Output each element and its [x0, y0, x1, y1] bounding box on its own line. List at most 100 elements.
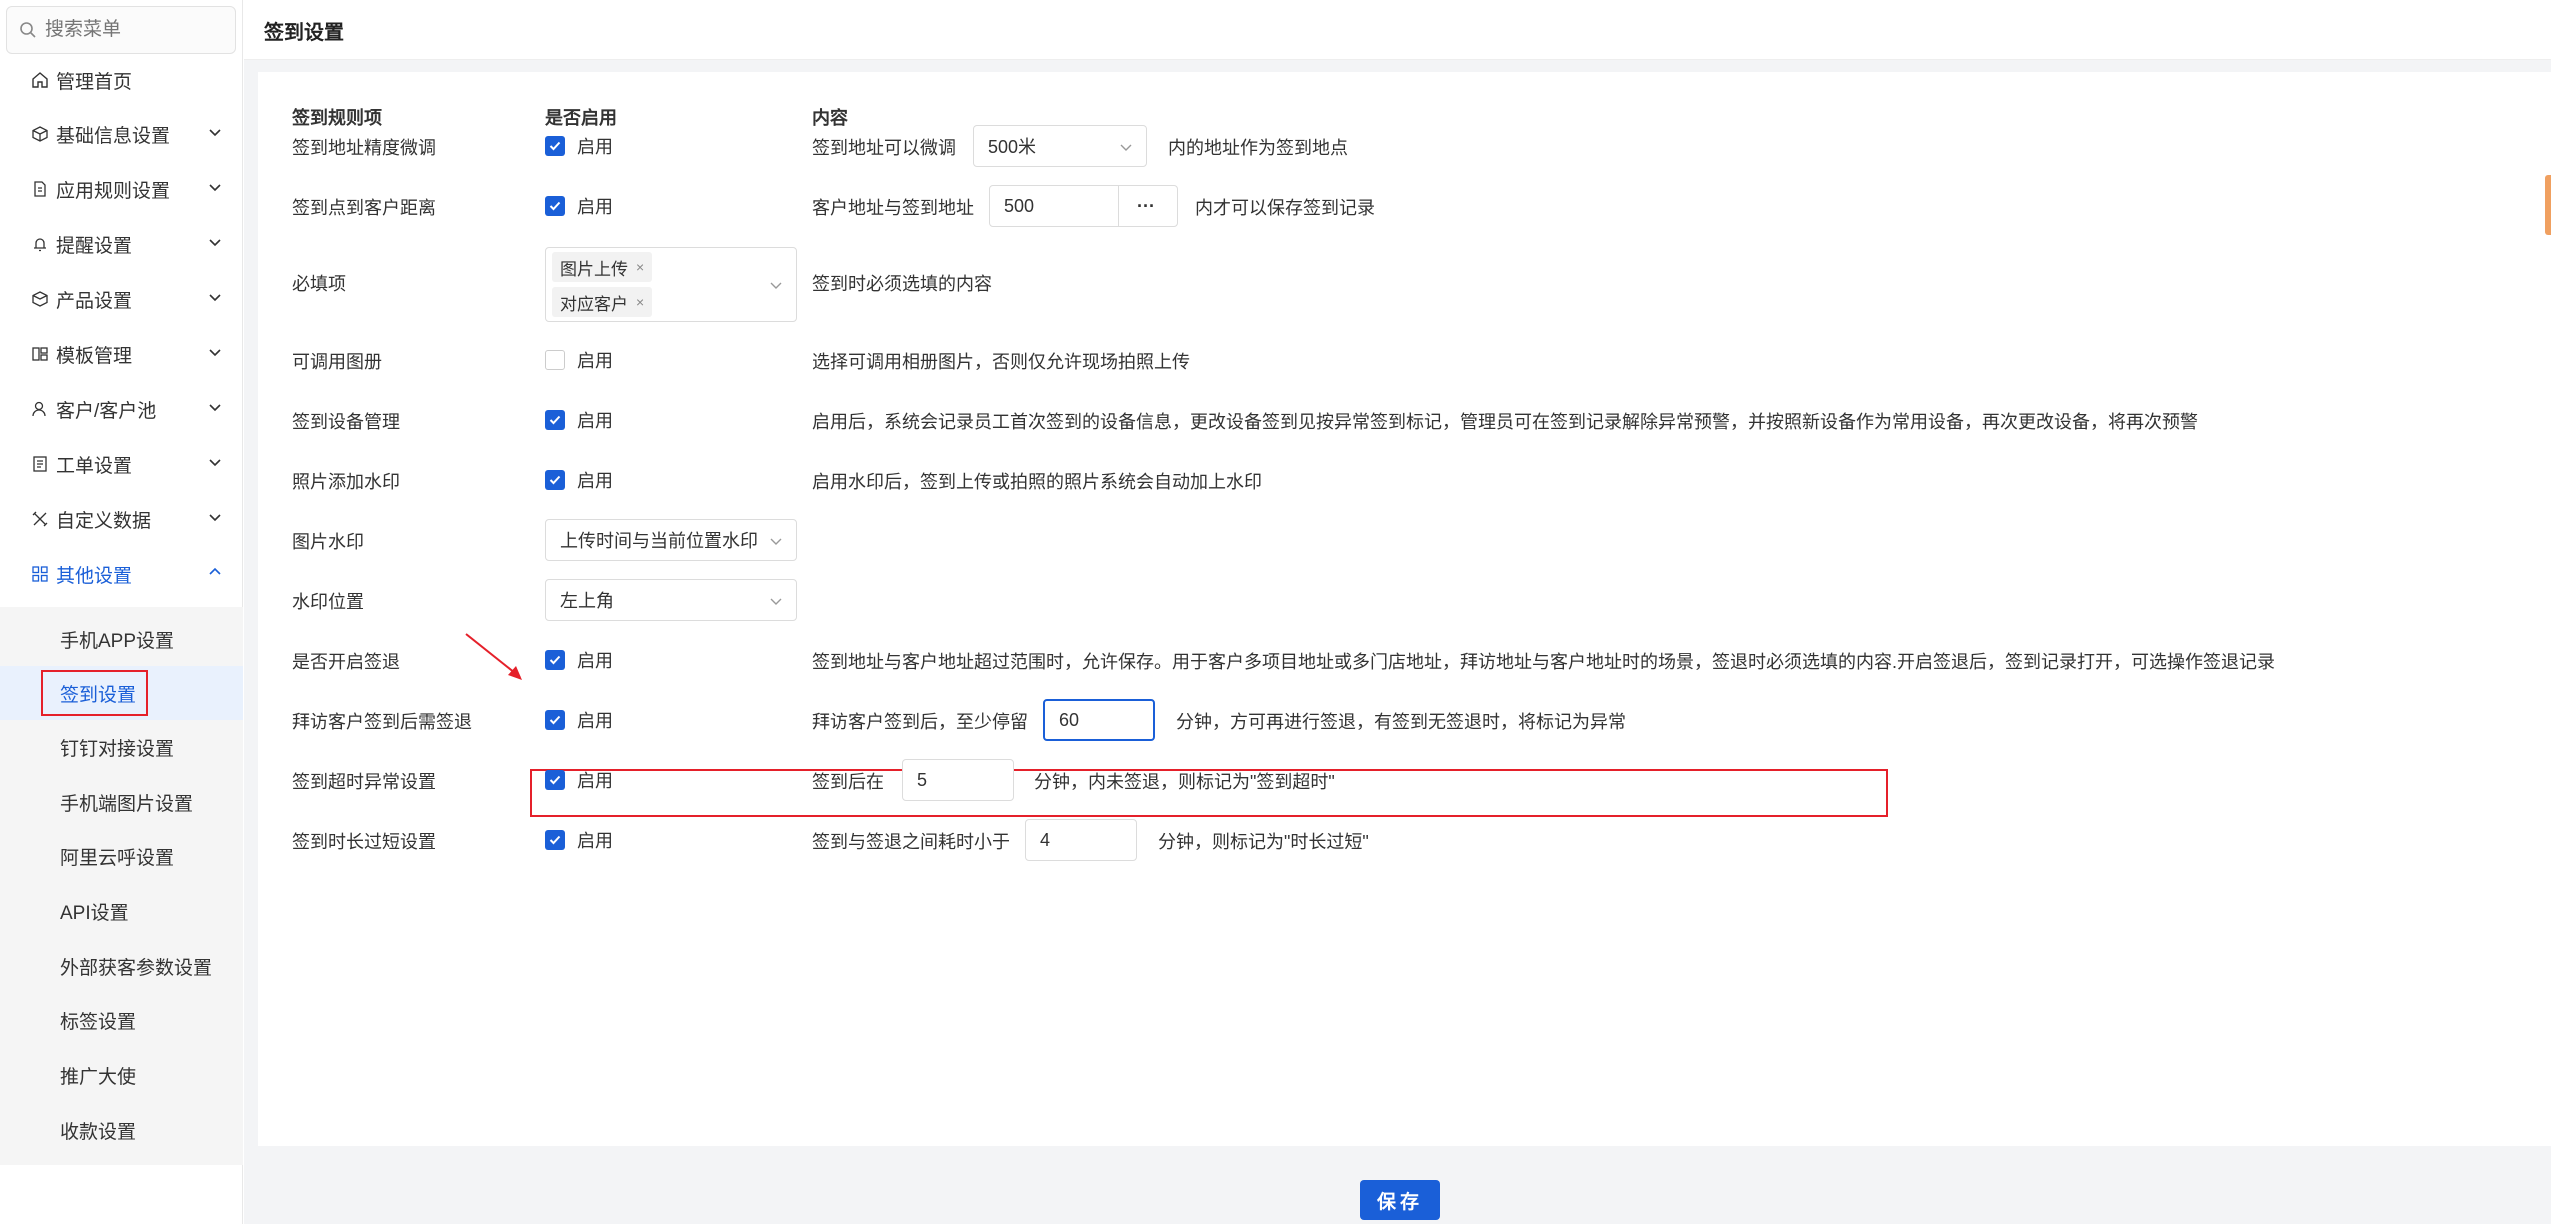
sidebar-item-label: 管理首页 — [56, 71, 133, 93]
row-label: 照片添加水印 — [292, 472, 400, 492]
checkbox-label: 启用 — [577, 711, 613, 731]
submenu-item-payment[interactable]: 收款设置 — [0, 1103, 243, 1157]
submenu-item-app[interactable]: 手机APP设置 — [0, 612, 243, 666]
visit-stay-minutes-input[interactable] — [1043, 699, 1155, 741]
sidebar-item-custom-data[interactable]: 自定义数据 — [0, 495, 243, 543]
page-header: 签到设置 — [244, 0, 2551, 60]
checkbox-checked-icon — [545, 770, 565, 790]
checkbox-checked-icon — [545, 710, 565, 730]
grid-icon — [30, 564, 50, 584]
distance-more-button[interactable]: ··· — [1118, 185, 1178, 227]
submenu-item-label: 标签设置 — [60, 1011, 137, 1033]
distance-input[interactable] — [989, 185, 1119, 227]
enable-checkbox[interactable]: 启用 — [545, 827, 613, 853]
sidebar-item-home[interactable]: 管理首页 — [0, 56, 243, 104]
search-input[interactable] — [45, 19, 235, 41]
more-icon: ··· — [1137, 195, 1155, 216]
enable-checkbox[interactable]: 启用 — [545, 347, 613, 373]
side-tab-handle[interactable] — [2545, 175, 2551, 235]
column-header-rule: 签到规则项 — [292, 108, 382, 128]
submenu-item-tags[interactable]: 标签设置 — [0, 993, 243, 1047]
submenu-item-checkin[interactable]: 签到设置 — [0, 666, 243, 720]
row-label: 图片水印 — [292, 532, 364, 552]
sidebar-item-customer[interactable]: 客户/客户池 — [0, 385, 243, 433]
content-text: 内的地址作为签到地点 — [1168, 138, 1348, 158]
select-value: 上传时间与当前位置水印 — [560, 531, 758, 551]
row-label: 签到点到客户距离 — [292, 198, 436, 218]
sidebar-item-label: 客户/客户池 — [56, 400, 157, 422]
enable-checkbox[interactable]: 启用 — [545, 407, 613, 433]
row-label: 签到时长过短设置 — [292, 832, 436, 852]
submenu-item-dingtalk[interactable]: 钉钉对接设置 — [0, 720, 243, 774]
content-text: 分钟，则标记为"时长过短" — [1158, 832, 1369, 852]
content-text: 签到时必须选填的内容 — [812, 274, 992, 294]
submenu-item-api[interactable]: API设置 — [0, 884, 243, 938]
enable-checkbox[interactable]: 启用 — [545, 133, 613, 159]
menu-search[interactable] — [6, 6, 236, 54]
submenu-item-label: 手机端图片设置 — [60, 793, 194, 815]
chevron-down-icon — [770, 598, 782, 605]
content-text: 分钟，方可再进行签退，有签到无签退时，将标记为异常 — [1176, 712, 1626, 732]
enable-checkbox[interactable]: 启用 — [545, 193, 613, 219]
content-text: 签到与签退之间耗时小于 — [812, 832, 1010, 852]
sidebar-item-template[interactable]: 模板管理 — [0, 330, 243, 378]
timeout-minutes-input[interactable] — [902, 759, 1014, 801]
sidebar-item-product[interactable]: 产品设置 — [0, 275, 243, 323]
select-value: 500米 — [988, 137, 1037, 157]
checkbox-label: 启用 — [577, 831, 613, 851]
document-icon — [30, 179, 50, 199]
chevron-down-icon — [209, 184, 221, 192]
watermark-position-select[interactable]: 左上角 — [545, 579, 797, 621]
sidebar-item-reminder[interactable]: 提醒设置 — [0, 220, 243, 268]
checkbox-unchecked-icon — [545, 350, 565, 370]
sidebar-item-other-settings[interactable]: 其他设置 — [0, 550, 243, 598]
box-icon — [30, 289, 50, 309]
checkbox-checked-icon — [545, 470, 565, 490]
enable-checkbox[interactable]: 启用 — [545, 647, 613, 673]
submenu-item-ambassador[interactable]: 推广大使 — [0, 1048, 243, 1102]
column-header-content: 内容 — [812, 108, 848, 128]
enable-checkbox[interactable]: 启用 — [545, 767, 613, 793]
page-title: 签到设置 — [264, 22, 344, 44]
content-text: 签到后在 — [812, 772, 884, 792]
tag-close-icon[interactable]: × — [636, 294, 644, 310]
accuracy-select[interactable]: 500米 — [973, 125, 1147, 167]
app-root: 管理首页 基础信息设置 应用规则设置 提醒设置 产品设置 模板管理 — [0, 0, 2551, 1224]
checkbox-label: 启用 — [577, 197, 613, 217]
chevron-down-icon — [209, 514, 221, 522]
content-text: 拜访客户签到后，至少停留 — [812, 712, 1028, 732]
sidebar-item-app-rules[interactable]: 应用规则设置 — [0, 165, 243, 213]
checkbox-label: 启用 — [577, 137, 613, 157]
row-label: 签到超时异常设置 — [292, 772, 436, 792]
sidebar-item-label: 基础信息设置 — [56, 125, 171, 147]
short-duration-minutes-input[interactable] — [1025, 819, 1137, 861]
submenu-item-external-leads[interactable]: 外部获客参数设置 — [0, 939, 243, 993]
checkbox-checked-icon — [545, 650, 565, 670]
enable-checkbox[interactable]: 启用 — [545, 467, 613, 493]
tag-close-icon[interactable]: × — [636, 259, 644, 275]
sidebar-item-label: 应用规则设置 — [56, 180, 171, 202]
chevron-down-icon — [209, 294, 221, 302]
column-header-enabled: 是否启用 — [545, 108, 617, 128]
bell-icon — [30, 234, 50, 254]
content-text: 签到地址可以微调 — [812, 138, 956, 158]
chevron-down-icon — [209, 404, 221, 412]
row-label: 必填项 — [292, 274, 346, 294]
save-button[interactable]: 保存 — [1360, 1180, 1440, 1220]
submenu-item-label: 签到设置 — [60, 684, 137, 706]
required-fields-multiselect[interactable]: 图片上传 × 对应客户 × — [545, 247, 797, 322]
submenu-item-label: API设置 — [60, 902, 129, 924]
user-icon — [30, 399, 50, 419]
enable-checkbox[interactable]: 启用 — [545, 707, 613, 733]
submenu-item-aliyun-call[interactable]: 阿里云呼设置 — [0, 829, 243, 883]
row-label: 签到设备管理 — [292, 412, 400, 432]
sidebar-item-label: 自定义数据 — [56, 510, 152, 532]
sidebar-item-basic-info[interactable]: 基础信息设置 — [0, 110, 243, 158]
sidebar-item-ticket[interactable]: 工单设置 — [0, 440, 243, 488]
chevron-up-icon — [209, 567, 221, 575]
chevron-down-icon — [209, 349, 221, 357]
chevron-down-icon — [770, 538, 782, 545]
submenu-item-mobile-image[interactable]: 手机端图片设置 — [0, 775, 243, 829]
watermark-type-select[interactable]: 上传时间与当前位置水印 — [545, 519, 797, 561]
checkbox-checked-icon — [545, 136, 565, 156]
